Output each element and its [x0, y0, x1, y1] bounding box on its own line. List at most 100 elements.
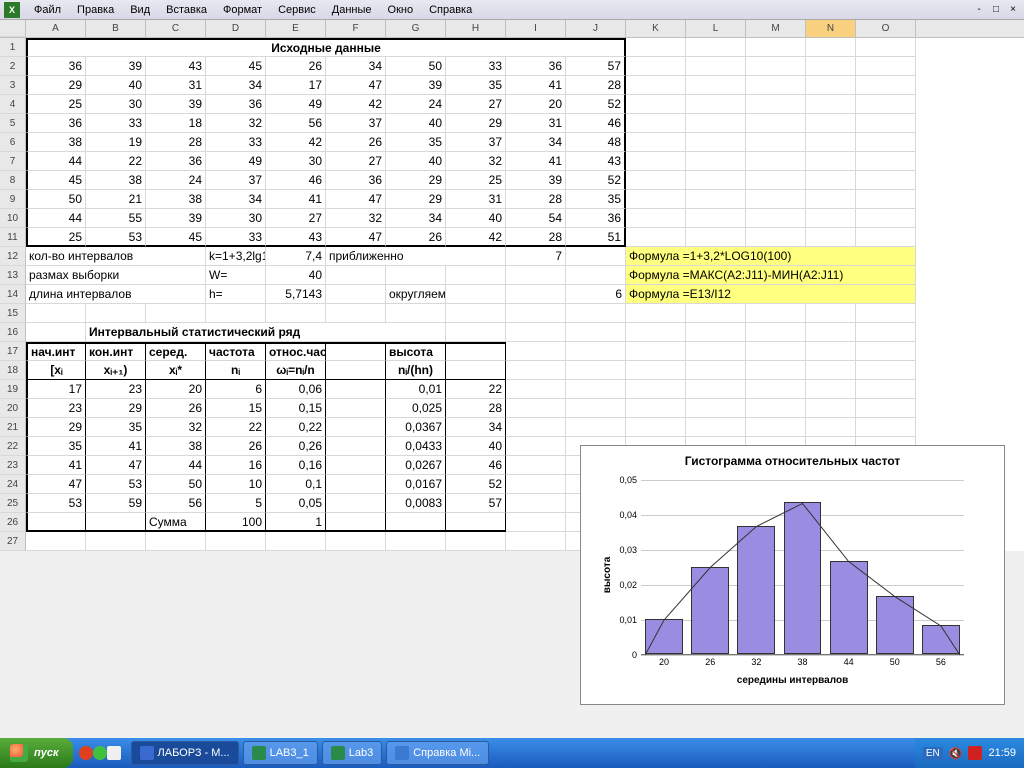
cell[interactable]: 36 — [566, 209, 626, 228]
row-header[interactable]: 16 — [0, 323, 26, 342]
cell[interactable] — [686, 361, 746, 380]
cell[interactable]: кон.инт — [86, 342, 146, 361]
cell[interactable] — [446, 285, 506, 304]
cell[interactable]: 40 — [446, 209, 506, 228]
cell[interactable]: 28 — [446, 399, 506, 418]
cell[interactable]: 41 — [506, 152, 566, 171]
row-header[interactable]: 11 — [0, 228, 26, 247]
cell[interactable] — [446, 361, 506, 380]
row-header[interactable]: 3 — [0, 76, 26, 95]
cell[interactable]: W= — [206, 266, 266, 285]
cell[interactable] — [806, 152, 856, 171]
cell[interactable]: 45 — [146, 228, 206, 247]
column-header[interactable]: F — [326, 20, 386, 37]
cell[interactable] — [326, 342, 386, 361]
cell[interactable] — [446, 304, 506, 323]
cell[interactable]: 27 — [326, 152, 386, 171]
cell[interactable]: кол-во интервалов — [26, 247, 206, 266]
cell[interactable]: 0,16 — [266, 456, 326, 475]
cell[interactable] — [326, 513, 386, 532]
cell[interactable]: 47 — [86, 456, 146, 475]
cell[interactable]: 1 — [266, 513, 326, 532]
cell[interactable]: 21 — [86, 190, 146, 209]
cell[interactable] — [686, 342, 746, 361]
cell[interactable] — [686, 76, 746, 95]
cell[interactable] — [386, 532, 446, 551]
cell[interactable]: 46 — [266, 171, 326, 190]
cell[interactable] — [686, 95, 746, 114]
cell[interactable]: высота — [386, 342, 446, 361]
cell[interactable]: 49 — [206, 152, 266, 171]
cell[interactable]: 29 — [446, 114, 506, 133]
cell[interactable] — [856, 190, 916, 209]
row-header[interactable]: 13 — [0, 266, 26, 285]
cell[interactable]: приближенно — [326, 247, 506, 266]
minimize-button[interactable]: - — [972, 3, 986, 17]
cell[interactable]: 50 — [26, 190, 86, 209]
cell[interactable] — [506, 494, 566, 513]
cell[interactable] — [266, 532, 326, 551]
tray-icon[interactable] — [968, 746, 982, 760]
cell[interactable] — [686, 228, 746, 247]
cell[interactable] — [806, 76, 856, 95]
column-header[interactable]: B — [86, 20, 146, 37]
cell[interactable] — [686, 380, 746, 399]
select-all-corner[interactable] — [0, 20, 26, 37]
cell[interactable] — [446, 513, 506, 532]
cell[interactable] — [746, 76, 806, 95]
row-header[interactable]: 21 — [0, 418, 26, 437]
cell[interactable]: 23 — [86, 380, 146, 399]
cell[interactable]: 47 — [326, 76, 386, 95]
cell[interactable]: 35 — [386, 133, 446, 152]
cell[interactable]: 34 — [506, 133, 566, 152]
cell[interactable]: 33 — [86, 114, 146, 133]
cell[interactable] — [856, 76, 916, 95]
cell[interactable] — [566, 266, 626, 285]
cell[interactable] — [326, 475, 386, 494]
cell[interactable] — [146, 304, 206, 323]
cell[interactable]: 46 — [566, 114, 626, 133]
cell[interactable] — [806, 114, 856, 133]
row-header[interactable]: 2 — [0, 57, 26, 76]
cell[interactable]: 45 — [26, 171, 86, 190]
cell[interactable] — [746, 418, 806, 437]
cell[interactable] — [626, 418, 686, 437]
cell[interactable] — [686, 190, 746, 209]
cell[interactable]: nᵢ/(hn) — [386, 361, 446, 380]
cell[interactable]: 36 — [506, 57, 566, 76]
cell[interactable] — [26, 304, 86, 323]
cell[interactable] — [206, 532, 266, 551]
cell[interactable]: 42 — [446, 228, 506, 247]
row-header[interactable]: 27 — [0, 532, 26, 551]
cell[interactable]: 40 — [386, 152, 446, 171]
restore-button[interactable]: □ — [989, 3, 1003, 17]
cell[interactable]: 29 — [386, 171, 446, 190]
cell[interactable] — [626, 323, 686, 342]
cell[interactable] — [856, 342, 916, 361]
cell[interactable]: 17 — [266, 76, 326, 95]
cell[interactable]: 29 — [26, 418, 86, 437]
cell[interactable]: xᵢ* — [146, 361, 206, 380]
cell[interactable]: Формула =МАКС(A2:J11)-МИН(A2:J11) — [626, 266, 916, 285]
cell[interactable]: 6 — [206, 380, 266, 399]
cell[interactable] — [746, 95, 806, 114]
cell[interactable]: 46 — [446, 456, 506, 475]
cell[interactable]: 0,05 — [266, 494, 326, 513]
cell[interactable] — [746, 342, 806, 361]
cell[interactable] — [806, 171, 856, 190]
cell[interactable] — [806, 95, 856, 114]
cell[interactable] — [856, 171, 916, 190]
cell[interactable] — [626, 95, 686, 114]
cell[interactable] — [506, 456, 566, 475]
cell[interactable] — [686, 399, 746, 418]
cell[interactable]: 52 — [566, 171, 626, 190]
menu-edit[interactable]: Правка — [69, 2, 122, 18]
chart-histogram[interactable]: Гистограмма относительных частот высота … — [580, 445, 1005, 705]
cell[interactable]: 43 — [266, 228, 326, 247]
cell[interactable]: 7,4 — [266, 247, 326, 266]
cell[interactable] — [86, 304, 146, 323]
cell[interactable] — [506, 437, 566, 456]
column-header[interactable]: K — [626, 20, 686, 37]
cell[interactable]: 0,0083 — [386, 494, 446, 513]
cell[interactable]: частота — [206, 342, 266, 361]
